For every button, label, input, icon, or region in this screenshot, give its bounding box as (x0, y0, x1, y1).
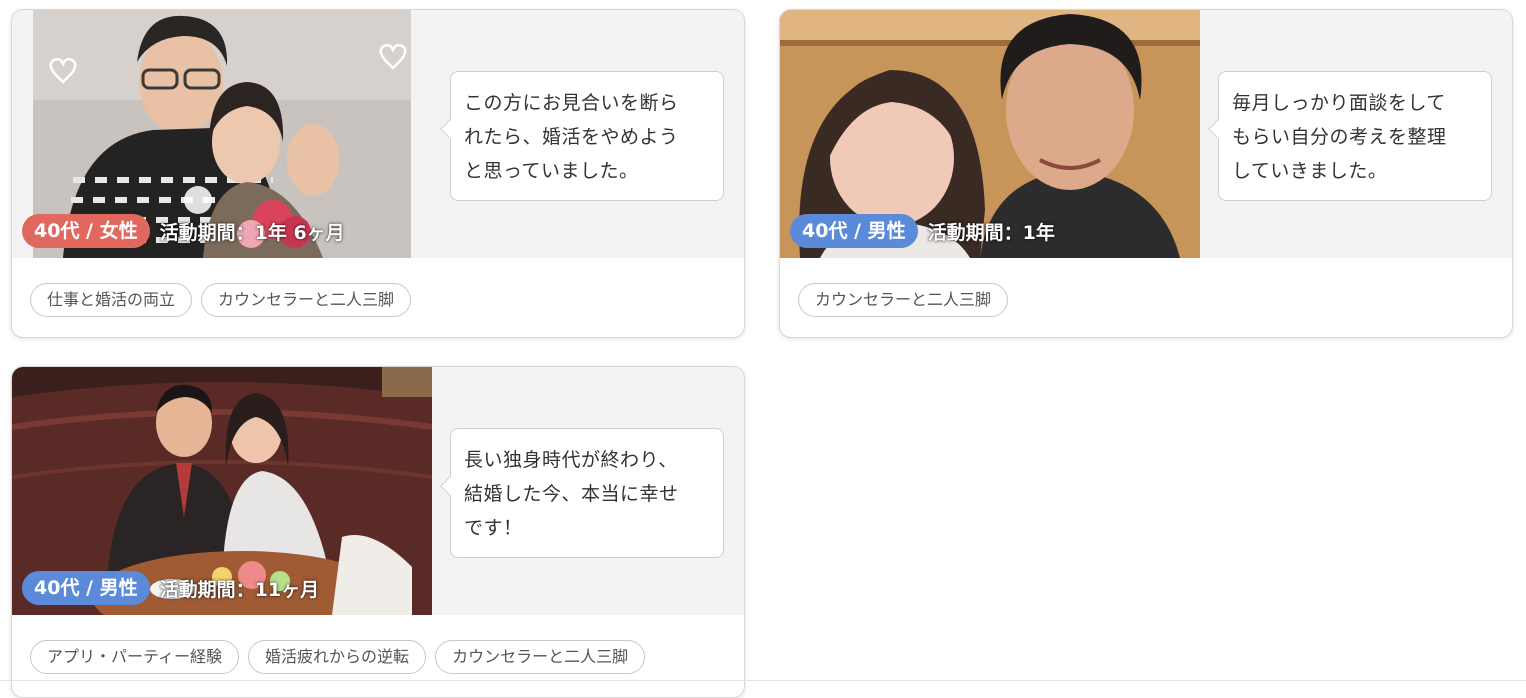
card-top: 40代 / 男性 活動期間：11ヶ月 長い独身時代が終わり、 結婚した今、本当に… (12, 367, 744, 615)
age-gender-badge: 40代 / 男性 (790, 214, 918, 248)
bubble-tail (1208, 119, 1228, 139)
story-card-2[interactable]: 40代 / 男性 活動期間：1年 毎月しっかり面談をして もらい自分の考えを整理… (779, 9, 1513, 338)
quote-line: もらい自分の考えを整理 (1232, 126, 1447, 148)
tag-list: カウンセラーと二人三脚 (798, 283, 1009, 317)
card-top: 40代 / 女性 活動期間：1年 6ヶ月 この方にお見合いを断ら れたら、婚活を… (12, 10, 744, 258)
tag[interactable]: 仕事と婚活の両立 (30, 283, 193, 317)
quote-line: 長い独身時代が終わり、 (464, 449, 678, 471)
age-gender-badge: 40代 / 女性 (22, 214, 150, 248)
tag[interactable]: カウンセラーと二人三脚 (435, 640, 646, 674)
quote-line: この方にお見合いを断ら (464, 92, 679, 114)
card-top: 40代 / 男性 活動期間：1年 毎月しっかり面談をして もらい自分の考えを整理… (780, 10, 1512, 258)
story-card-3[interactable]: 40代 / 男性 活動期間：11ヶ月 長い独身時代が終わり、 結婚した今、本当に… (11, 366, 745, 698)
quote-line: 結婚した今、本当に幸せ (464, 483, 679, 505)
tag[interactable]: 婚活疲れからの逆転 (248, 640, 427, 674)
quote-bubble: 長い独身時代が終わり、 結婚した今、本当に幸せ です！ (440, 428, 724, 558)
bubble-tail (440, 476, 460, 496)
quote-bubble: 毎月しっかり面談をして もらい自分の考えを整理 していきました。 (1208, 71, 1492, 201)
quote-line: していきました。 (1232, 160, 1388, 182)
tag[interactable]: カウンセラーと二人三脚 (201, 283, 412, 317)
activity-period: 活動期間：1年 (927, 221, 1055, 244)
quote-line: 毎月しっかり面談をして (1232, 92, 1446, 114)
quote-line: と思っていました。 (464, 160, 639, 182)
bubble-tail (440, 119, 460, 139)
badge-row: 40代 / 男性 活動期間：11ヶ月 (22, 571, 319, 605)
badge-row: 40代 / 男性 活動期間：1年 (790, 214, 1055, 248)
quote-line: れたら、婚活をやめよう (464, 126, 679, 148)
tag-list: 仕事と婚活の両立 カウンセラーと二人三脚 (30, 283, 412, 317)
divider (0, 680, 1526, 681)
story-card-1[interactable]: 40代 / 女性 活動期間：1年 6ヶ月 この方にお見合いを断ら れたら、婚活を… (11, 9, 745, 338)
tag[interactable]: カウンセラーと二人三脚 (798, 283, 1009, 317)
quote-line: です！ (464, 517, 523, 539)
quote-bubble: この方にお見合いを断ら れたら、婚活をやめよう と思っていました。 (440, 71, 724, 201)
badge-row: 40代 / 女性 活動期間：1年 6ヶ月 (22, 214, 345, 248)
tag-list: アプリ・パーティー経験 婚活疲れからの逆転 カウンセラーと二人三脚 (30, 640, 646, 674)
activity-period: 活動期間：1年 6ヶ月 (159, 221, 345, 244)
activity-period: 活動期間：11ヶ月 (159, 578, 320, 601)
tag[interactable]: アプリ・パーティー経験 (30, 640, 240, 674)
age-gender-badge: 40代 / 男性 (22, 571, 150, 605)
